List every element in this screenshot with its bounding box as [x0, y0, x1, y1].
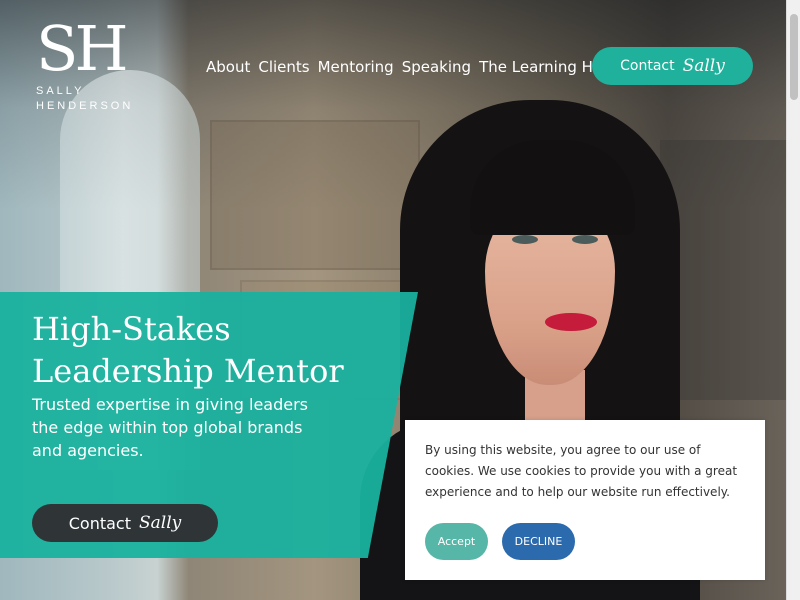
portrait-eye	[572, 235, 598, 244]
contact-sally-header-button[interactable]: Contact Sally	[592, 47, 753, 85]
logo-name-line2: HENDERSON	[36, 100, 134, 112]
logo-name-line1: SALLY	[36, 85, 85, 97]
nav-about[interactable]: About	[206, 58, 250, 76]
site-logo[interactable]: SH SALLY HENDERSON	[36, 18, 133, 114]
contact-script: Sally	[138, 513, 182, 533]
nav-speaking[interactable]: Speaking	[402, 58, 471, 76]
nav-clients[interactable]: Clients	[258, 58, 309, 76]
cookie-accept-button[interactable]: Accept	[425, 523, 488, 560]
logo-mark: SH	[36, 12, 129, 85]
hero-headline: High-Stakes Leadership Mentor	[32, 308, 344, 392]
hero-subtext: Trusted expertise in giving leaders the …	[32, 395, 309, 460]
portrait-lips	[545, 313, 597, 331]
contact-label: Contact	[620, 58, 675, 74]
portrait-eye	[512, 235, 538, 244]
contact-script: Sally	[682, 56, 725, 76]
cookie-decline-button[interactable]: DECLINE	[502, 523, 575, 560]
nav-mentoring[interactable]: Mentoring	[318, 58, 394, 76]
headline-line1: High-Stakes	[32, 310, 231, 348]
stone-block	[210, 120, 420, 270]
headline-line2: Leadership Mentor	[32, 352, 344, 390]
contact-sally-hero-button[interactable]: Contact Sally	[32, 504, 218, 542]
scrollbar-thumb[interactable]	[790, 14, 798, 100]
contact-label: Contact	[68, 513, 131, 533]
page-scrollbar[interactable]	[786, 0, 800, 600]
cookie-message: By using this website, you agree to our …	[425, 443, 738, 499]
main-nav: About Clients Mentoring Speaking The Lea…	[206, 58, 612, 76]
cookie-banner: By using this website, you agree to our …	[405, 420, 765, 580]
